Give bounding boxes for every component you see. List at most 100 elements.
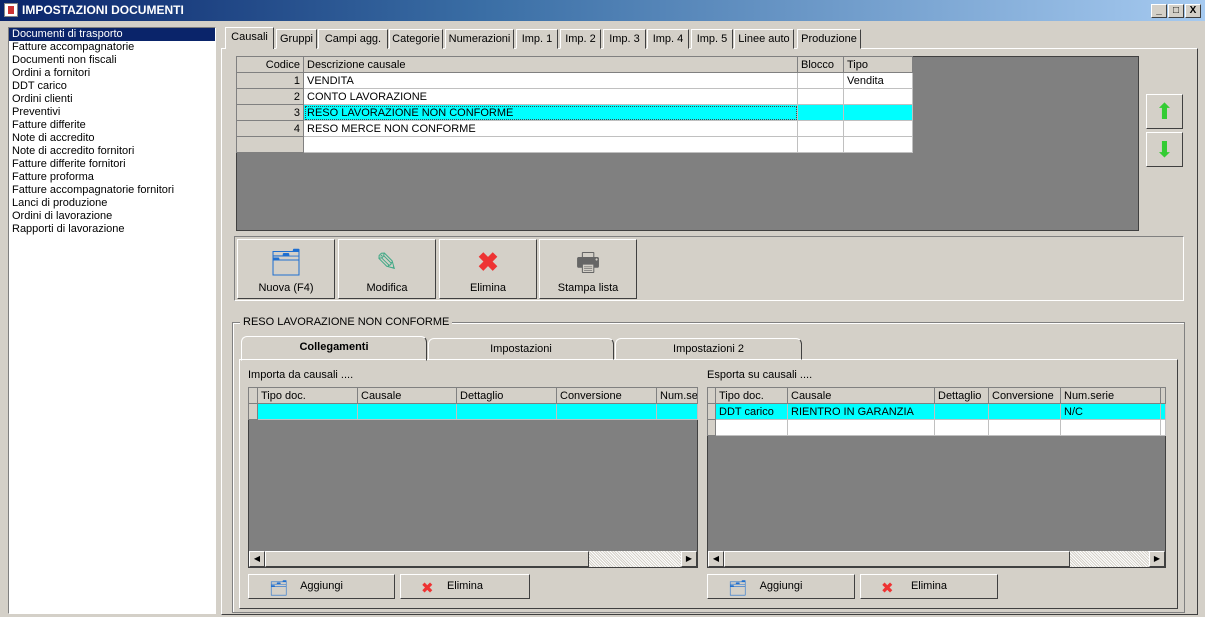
maximize-button[interactable]: □ xyxy=(1168,4,1184,18)
subtab-collegamenti[interactable]: Collegamenti xyxy=(241,336,427,361)
table-row[interactable]: 2 CONTO LAVORAZIONE xyxy=(236,88,913,105)
list-item[interactable]: Documenti di trasporto xyxy=(9,28,215,41)
cell[interactable] xyxy=(656,403,698,420)
scroll-left-icon[interactable]: ◀ xyxy=(249,551,265,567)
table-row-selected[interactable] xyxy=(248,403,698,420)
cell[interactable] xyxy=(787,419,935,436)
list-item[interactable]: Note di accredito xyxy=(9,132,215,145)
cell[interactable] xyxy=(715,419,788,436)
close-button[interactable]: X xyxy=(1185,4,1201,18)
export-delete-button[interactable]: ✖ Elimina xyxy=(860,574,998,599)
cell[interactable] xyxy=(257,403,358,420)
list-item[interactable]: Ordini clienti xyxy=(9,93,215,106)
table-row[interactable]: 4 RESO MERCE NON CONFORME xyxy=(236,120,913,137)
tab-numerazioni[interactable]: Numerazioni xyxy=(445,29,514,49)
scroll-left-icon[interactable]: ◀ xyxy=(708,551,724,567)
import-horizontal-scrollbar[interactable]: ◀ ▶ xyxy=(249,551,697,567)
tab-imp-4[interactable]: Imp. 4 xyxy=(647,29,689,49)
list-item[interactable]: DDT carico xyxy=(9,80,215,93)
minimize-button[interactable]: _ xyxy=(1151,4,1167,18)
cell-blocco[interactable] xyxy=(797,104,844,121)
cell-blocco[interactable] xyxy=(797,120,844,137)
list-item[interactable]: Fatture differite fornitori xyxy=(9,158,215,171)
list-item[interactable]: Ordini di lavorazione xyxy=(9,210,215,223)
col-dettaglio[interactable]: Dettaglio xyxy=(456,387,557,404)
list-item[interactable]: Preventivi xyxy=(9,106,215,119)
col-num-serie[interactable]: Num.serie xyxy=(1060,387,1161,404)
cell-descrizione[interactable]: CONTO LAVORAZIONE xyxy=(303,88,798,105)
cell[interactable] xyxy=(934,419,989,436)
col-descrizione[interactable]: Descrizione causale xyxy=(303,56,798,73)
col-tipo-doc[interactable]: Tipo doc. xyxy=(715,387,788,404)
print-list-button[interactable]: 🖶 Stampa lista xyxy=(539,239,637,299)
cell[interactable] xyxy=(1060,419,1161,436)
export-add-button[interactable]: 🗂 Aggiungi xyxy=(707,574,855,599)
list-item[interactable]: Lanci di produzione xyxy=(9,197,215,210)
tab-imp-5[interactable]: Imp. 5 xyxy=(691,29,733,49)
causali-grid[interactable]: Codice Descrizione causale Blocco Tipo 1 VEN… xyxy=(236,56,913,153)
cell-num-serie[interactable]: N/C xyxy=(1060,403,1161,420)
list-item[interactable]: Rapporti di lavorazione xyxy=(9,223,215,236)
edit-button[interactable]: ✎ Modifica xyxy=(338,239,436,299)
cell-descrizione[interactable]: RESO MERCE NON CONFORME xyxy=(303,120,798,137)
list-item[interactable]: Documenti non fiscali xyxy=(9,54,215,67)
tab-campi-agg[interactable]: Campi agg. xyxy=(318,29,388,49)
col-codice[interactable]: Codice xyxy=(236,56,304,73)
import-delete-button[interactable]: ✖ Elimina xyxy=(400,574,530,599)
cell[interactable] xyxy=(357,403,457,420)
cell[interactable] xyxy=(988,419,1061,436)
col-dettaglio[interactable]: Dettaglio xyxy=(934,387,989,404)
subtab-impostazioni[interactable]: Impostazioni xyxy=(428,338,614,360)
list-item[interactable]: Ordini a fornitori xyxy=(9,67,215,80)
cell[interactable] xyxy=(456,403,557,420)
cell-descrizione[interactable] xyxy=(303,136,798,153)
tab-linee-auto[interactable]: Linee auto xyxy=(734,29,794,49)
scroll-thumb[interactable] xyxy=(724,551,1070,567)
cell-tipo-doc[interactable]: DDT carico xyxy=(715,403,788,420)
table-row-selected[interactable]: 3 RESO LAVORAZIONE NON CONFORME xyxy=(236,104,913,121)
table-row-selected[interactable]: DDT carico RIENTRO IN GARANZIA N/C xyxy=(707,403,1166,420)
list-item[interactable]: Fatture accompagnatorie fornitori xyxy=(9,184,215,197)
tab-imp-3[interactable]: Imp. 3 xyxy=(603,29,646,49)
table-row[interactable]: 1 VENDITA Vendita xyxy=(236,72,913,89)
col-tipo-doc[interactable]: Tipo doc. xyxy=(257,387,358,404)
col-blocco[interactable]: Blocco xyxy=(797,56,844,73)
move-up-button[interactable]: ⬆ xyxy=(1146,94,1183,129)
tab-imp-2[interactable]: Imp. 2 xyxy=(560,29,601,49)
list-item[interactable]: Fatture differite xyxy=(9,119,215,132)
delete-button[interactable]: ✖ Elimina xyxy=(439,239,537,299)
cell-tipo[interactable]: Vendita xyxy=(843,72,913,89)
col-causale[interactable]: Causale xyxy=(357,387,457,404)
scroll-right-icon[interactable]: ▶ xyxy=(681,551,697,567)
tab-gruppi[interactable]: Gruppi xyxy=(276,29,317,49)
col-num-serie[interactable]: Num.se xyxy=(656,387,698,404)
cell-tipo[interactable] xyxy=(843,136,913,153)
scroll-right-icon[interactable]: ▶ xyxy=(1149,551,1165,567)
move-down-button[interactable]: ⬇ xyxy=(1146,132,1183,167)
list-item[interactable]: Fatture accompagnatorie xyxy=(9,41,215,54)
cell-descrizione[interactable]: VENDITA xyxy=(303,72,798,89)
table-row-new[interactable] xyxy=(707,419,1166,436)
cell-tipo[interactable] xyxy=(843,120,913,137)
tab-produzione[interactable]: Produzione xyxy=(797,29,861,49)
list-item[interactable]: Note di accredito fornitori xyxy=(9,145,215,158)
cell-tipo[interactable] xyxy=(843,104,913,121)
subtab-impostazioni-2[interactable]: Impostazioni 2 xyxy=(615,338,802,360)
col-conversione[interactable]: Conversione xyxy=(556,387,657,404)
tab-causali[interactable]: Causali xyxy=(225,27,274,49)
cell-causale[interactable]: RIENTRO IN GARANZIA xyxy=(787,403,935,420)
cell-blocco[interactable] xyxy=(797,136,844,153)
cell-dettaglio[interactable] xyxy=(934,403,989,420)
cell-blocco[interactable] xyxy=(797,88,844,105)
table-row-new[interactable] xyxy=(236,136,913,153)
cell-blocco[interactable] xyxy=(797,72,844,89)
col-causale[interactable]: Causale xyxy=(787,387,935,404)
col-tipo[interactable]: Tipo xyxy=(843,56,913,73)
tab-categorie[interactable]: Categorie xyxy=(389,29,443,49)
scroll-thumb[interactable] xyxy=(265,551,589,567)
import-add-button[interactable]: 🗂 Aggiungi xyxy=(248,574,395,599)
cell-conversione[interactable] xyxy=(988,403,1061,420)
export-grid[interactable]: Tipo doc. Causale Dettaglio Conversione Num.… xyxy=(707,387,1166,436)
import-grid[interactable]: Tipo doc. Causale Dettaglio Conversione Num.… xyxy=(248,387,698,420)
cell[interactable] xyxy=(556,403,657,420)
